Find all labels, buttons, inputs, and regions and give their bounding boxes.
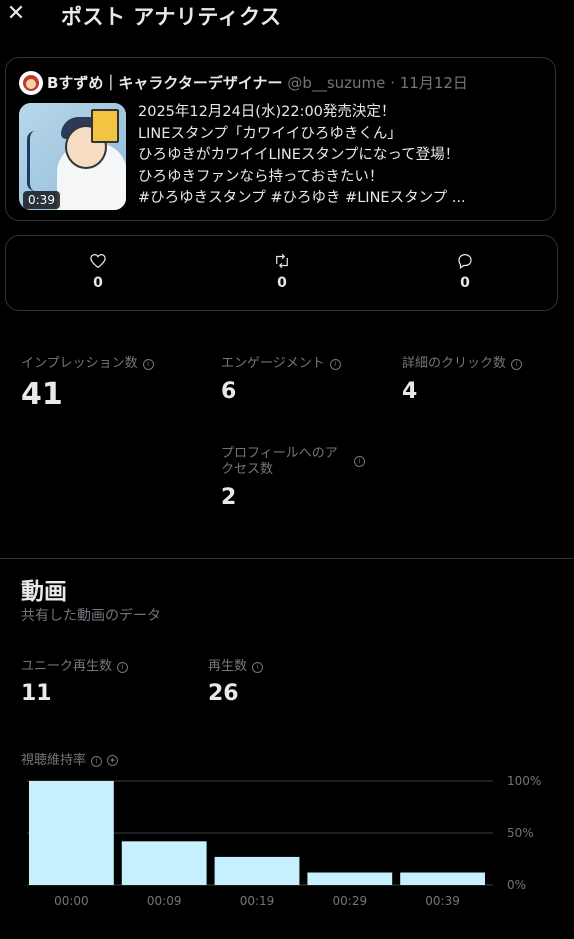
heart-icon xyxy=(90,254,106,269)
x-tick-label: 00:09 xyxy=(147,894,182,908)
thumbnail-beer-mug xyxy=(91,109,119,143)
avatar-skin xyxy=(26,79,36,89)
repost-count: 0 xyxy=(277,275,287,291)
repost-icon xyxy=(276,253,288,269)
avatar[interactable] xyxy=(19,71,43,95)
info-icon[interactable]: i xyxy=(142,359,154,370)
y-tick-label: 100% xyxy=(507,774,541,788)
retention-metric: 視聴維持率 i ✦ xyxy=(21,749,119,768)
author-line: Bすずめ｜キャラクターデザイナー @b__suzume · 11月12日 xyxy=(47,72,468,93)
post-card[interactable]: Bすずめ｜キャラクターデザイナー @b__suzume · 11月12日 0:3… xyxy=(5,57,556,221)
page-title: ポスト アナリティクス xyxy=(61,5,282,29)
engagements-label: エンゲージメント xyxy=(221,356,325,371)
post-text-line: 2025年12月24日(水)22:00発売決定！ xyxy=(138,104,396,120)
engagements-label-row: エンゲージメント i xyxy=(221,352,341,371)
chart-bar[interactable] xyxy=(400,872,485,885)
profile-visits-metric: プロフィールへのア クセス数 i 2 xyxy=(221,446,365,510)
profile-visits-value: 2 xyxy=(221,485,237,510)
info-icon[interactable]: i xyxy=(91,756,103,767)
info-icon[interactable]: i xyxy=(117,662,129,673)
post-text-line: ひろゆきファンなら持っておきたい！ xyxy=(138,168,384,185)
thumbnail-scribble xyxy=(27,131,52,191)
retention-chart: 100% 50% 0% 00:00 00:09 00:19 00:29 00:39 xyxy=(27,774,541,908)
chart-bar[interactable] xyxy=(214,856,300,885)
info-icon[interactable]: i xyxy=(511,359,523,370)
chart-bar[interactable] xyxy=(121,841,207,885)
x-tick-label: 00:19 xyxy=(240,894,275,908)
detail-clicks-value: 4 xyxy=(402,379,418,404)
premium-icon[interactable]: ✦ xyxy=(107,755,119,766)
info-icon[interactable]: i xyxy=(329,359,341,370)
post-date[interactable]: 11月12日 xyxy=(400,74,468,92)
engagements-metric: エンゲージメント i 6 xyxy=(221,352,341,404)
views-metric: 再生数 i 26 xyxy=(208,655,264,706)
detail-clicks-label-row: 詳細のクリック数 i xyxy=(402,352,523,371)
author-name[interactable]: Bすずめ｜キャラクターデザイナー xyxy=(47,74,283,92)
video-duration-badge: 0:39 xyxy=(23,191,60,209)
video-section-subtitle: 共有した動画のデータ xyxy=(21,608,161,624)
x-tick-label: 00:39 xyxy=(425,894,460,908)
retention-label-row: 視聴維持率 i ✦ xyxy=(21,749,119,768)
like-count: 0 xyxy=(93,275,103,291)
views-label-row: 再生数 i xyxy=(208,655,264,674)
retention-label: 視聴維持率 xyxy=(21,753,87,768)
x-tick-label: 00:00 xyxy=(54,894,89,908)
author-handle[interactable]: @b__suzume xyxy=(287,74,385,92)
post-text-line: #ひろゆきスタンプ #ひろゆき #LINEスタンプ ... xyxy=(138,190,466,206)
views-label: 再生数 xyxy=(208,659,248,674)
header: ✕ ポスト アナリティクス xyxy=(0,0,574,34)
profile-visits-label-row: プロフィールへのア クセス数 i xyxy=(221,446,365,478)
views-value: 26 xyxy=(208,681,239,706)
chart-bar[interactable] xyxy=(29,781,114,885)
post-text[interactable]: 2025年12月24日(水)22:00発売決定！ LINEスタンプ「カワイイひろ… xyxy=(138,102,548,210)
profile-visits-label-line1: プロフィールへのア xyxy=(221,446,338,461)
engagement-stats: 0 0 0 xyxy=(5,235,558,311)
repost-stat[interactable]: 0 xyxy=(262,252,302,291)
reply-count: 0 xyxy=(460,275,470,291)
info-icon[interactable]: i xyxy=(354,456,365,467)
reply-stat[interactable]: 0 xyxy=(445,252,485,291)
impressions-metric: インプレッション数 i 41 xyxy=(21,352,154,412)
post-text-line: ひろゆきがカワイイLINEスタンプになって登場！ xyxy=(138,147,460,163)
unique-views-label: ユニーク再生数 xyxy=(21,659,113,674)
y-tick-label: 50% xyxy=(507,826,534,840)
chart-bar[interactable] xyxy=(307,872,393,885)
profile-visits-label-line2: クセス数 xyxy=(221,462,274,477)
info-icon[interactable]: i xyxy=(252,662,264,673)
post-text-line: LINEスタンプ「カワイイひろゆきくん」 xyxy=(138,125,402,142)
detail-clicks-metric: 詳細のクリック数 i 4 xyxy=(402,352,523,404)
unique-views-label-row: ユニーク再生数 i xyxy=(21,655,129,674)
detail-clicks-label: 詳細のクリック数 xyxy=(402,356,507,371)
unique-views-metric: ユニーク再生数 i 11 xyxy=(21,655,129,706)
engagements-value: 6 xyxy=(221,379,237,404)
impressions-value: 41 xyxy=(21,377,63,412)
like-stat[interactable]: 0 xyxy=(78,252,118,291)
reply-icon xyxy=(458,254,472,269)
x-tick-label: 00:29 xyxy=(333,894,368,908)
unique-views-value: 11 xyxy=(21,681,52,706)
close-icon[interactable]: ✕ xyxy=(6,3,26,25)
section-divider xyxy=(0,558,574,559)
impressions-label-row: インプレッション数 i xyxy=(21,352,154,371)
impressions-label: インプレッション数 xyxy=(21,356,138,371)
meta-separator: · xyxy=(390,74,395,92)
y-tick-label: 0% xyxy=(507,878,526,892)
video-section-title: 動画 xyxy=(21,579,67,605)
